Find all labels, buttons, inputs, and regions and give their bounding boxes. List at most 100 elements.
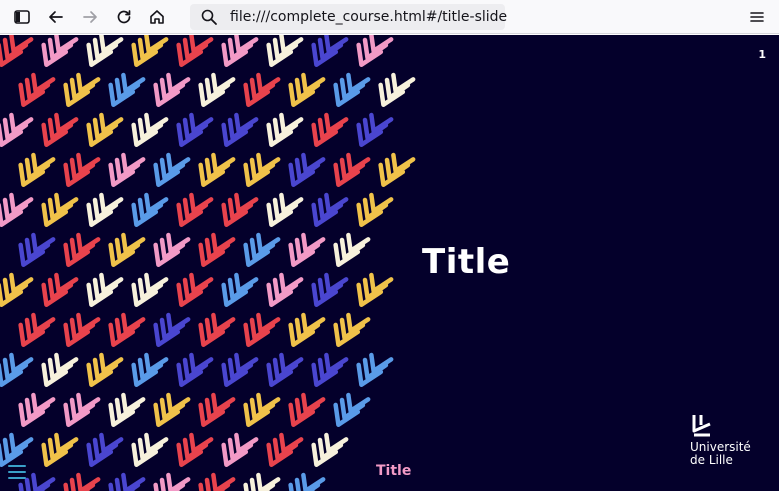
url-text[interactable]: file:///complete_course.html#/title-slid… — [230, 9, 507, 25]
pattern-chevron — [223, 272, 260, 304]
pattern-chevron — [88, 432, 125, 464]
address-bar[interactable]: file:///complete_course.html#/title-slid… — [190, 4, 507, 30]
slide-number: 1 — [758, 48, 766, 61]
pattern-chevron — [20, 232, 57, 264]
pattern-chevron — [155, 392, 192, 424]
pattern-chevron — [313, 35, 350, 65]
pattern-chevron — [335, 72, 372, 104]
pattern-chevron — [88, 192, 125, 224]
pattern-chevron — [313, 112, 350, 144]
pattern-chevron — [65, 72, 102, 104]
pattern-chevron — [290, 472, 327, 491]
pattern-chevron — [358, 35, 395, 65]
pattern-chevron — [155, 312, 192, 344]
sidebar-toggle-button[interactable] — [10, 5, 34, 29]
pattern-chevron — [358, 192, 395, 224]
pattern-chevron — [133, 192, 170, 224]
pattern-chevron — [268, 112, 305, 144]
pattern-chevron — [0, 432, 34, 464]
pattern-chevron — [88, 352, 125, 384]
pattern-chevron — [43, 272, 80, 304]
pattern-chevron — [245, 232, 282, 264]
logo-line-2: de Lille — [690, 453, 733, 467]
pattern-chevron — [313, 192, 350, 224]
pattern-chevron — [358, 352, 395, 384]
pattern-chevron — [245, 72, 282, 104]
pattern-chevron — [178, 112, 215, 144]
pattern-chevron — [268, 192, 305, 224]
pattern-chevron — [223, 35, 260, 65]
pattern-chevron — [65, 472, 102, 491]
hamburger-icon — [8, 465, 26, 479]
pattern-chevron — [290, 312, 327, 344]
pattern-chevron — [380, 72, 417, 104]
pattern-chevron — [268, 35, 305, 65]
pattern-chevron — [110, 152, 147, 184]
pattern-chevron — [155, 472, 192, 491]
pattern-chevron — [335, 392, 372, 424]
pattern-chevron — [200, 472, 237, 491]
forward-button[interactable] — [78, 5, 102, 29]
pattern-chevron — [0, 192, 34, 224]
back-button[interactable] — [44, 5, 68, 29]
pattern-chevron — [0, 352, 34, 384]
pattern-chevron — [290, 392, 327, 424]
pattern-chevron — [155, 152, 192, 184]
pattern-chevron — [110, 312, 147, 344]
app-menu-button[interactable] — [745, 5, 769, 29]
pattern-chevron — [245, 472, 282, 491]
pattern-chevron — [178, 35, 215, 65]
home-icon — [150, 10, 164, 24]
pattern-chevron — [110, 472, 147, 491]
pattern-chevron — [223, 432, 260, 464]
pattern-chevron — [20, 392, 57, 424]
universite-de-lille-logo: Université de Lille — [690, 413, 770, 473]
pattern-chevron — [200, 312, 237, 344]
pattern-chevron — [88, 272, 125, 304]
reload-button[interactable] — [112, 5, 136, 29]
browser-toolbar: file:///complete_course.html#/title-slid… — [0, 0, 779, 34]
pattern-chevron — [20, 152, 57, 184]
pattern-chevron — [65, 232, 102, 264]
pattern-chevron — [133, 352, 170, 384]
pattern-chevron — [223, 112, 260, 144]
pattern-chevron — [223, 352, 260, 384]
title-slide: 1 Title Title Université de Lille — [0, 35, 779, 491]
pattern-chevron — [223, 192, 260, 224]
pattern-chevron — [313, 352, 350, 384]
pattern-chevron — [88, 112, 125, 144]
pattern-chevron — [133, 35, 170, 65]
pattern-chevron — [65, 312, 102, 344]
search-icon — [201, 9, 217, 25]
home-button[interactable] — [145, 5, 169, 29]
pattern-chevron — [200, 152, 237, 184]
pattern-chevron — [200, 392, 237, 424]
pattern-chevron — [290, 232, 327, 264]
slide-title: Title — [422, 242, 511, 282]
pattern-chevron — [178, 432, 215, 464]
pattern-chevron — [290, 72, 327, 104]
reload-icon — [117, 10, 131, 24]
pattern-chevron — [43, 112, 80, 144]
pattern-chevron — [43, 432, 80, 464]
slide-menu-button[interactable] — [8, 464, 26, 480]
pattern-chevron — [380, 152, 417, 184]
pattern-chevron — [88, 35, 125, 65]
pattern-chevron — [65, 392, 102, 424]
pattern-chevron — [200, 232, 237, 264]
pattern-chevron — [245, 392, 282, 424]
back-icon — [49, 11, 63, 23]
pattern-chevron — [178, 192, 215, 224]
forward-icon — [83, 11, 97, 23]
pattern-chevron — [110, 232, 147, 264]
footer-title: Title — [376, 463, 412, 479]
pattern-chevron — [155, 72, 192, 104]
pattern-chevron — [335, 152, 372, 184]
sidebar-icon — [14, 10, 30, 24]
pattern-chevron — [178, 272, 215, 304]
pattern-chevron — [178, 352, 215, 384]
pattern-chevron — [133, 112, 170, 144]
pattern-chevron — [0, 272, 34, 304]
pattern-chevron — [20, 72, 57, 104]
pattern-chevron — [245, 152, 282, 184]
